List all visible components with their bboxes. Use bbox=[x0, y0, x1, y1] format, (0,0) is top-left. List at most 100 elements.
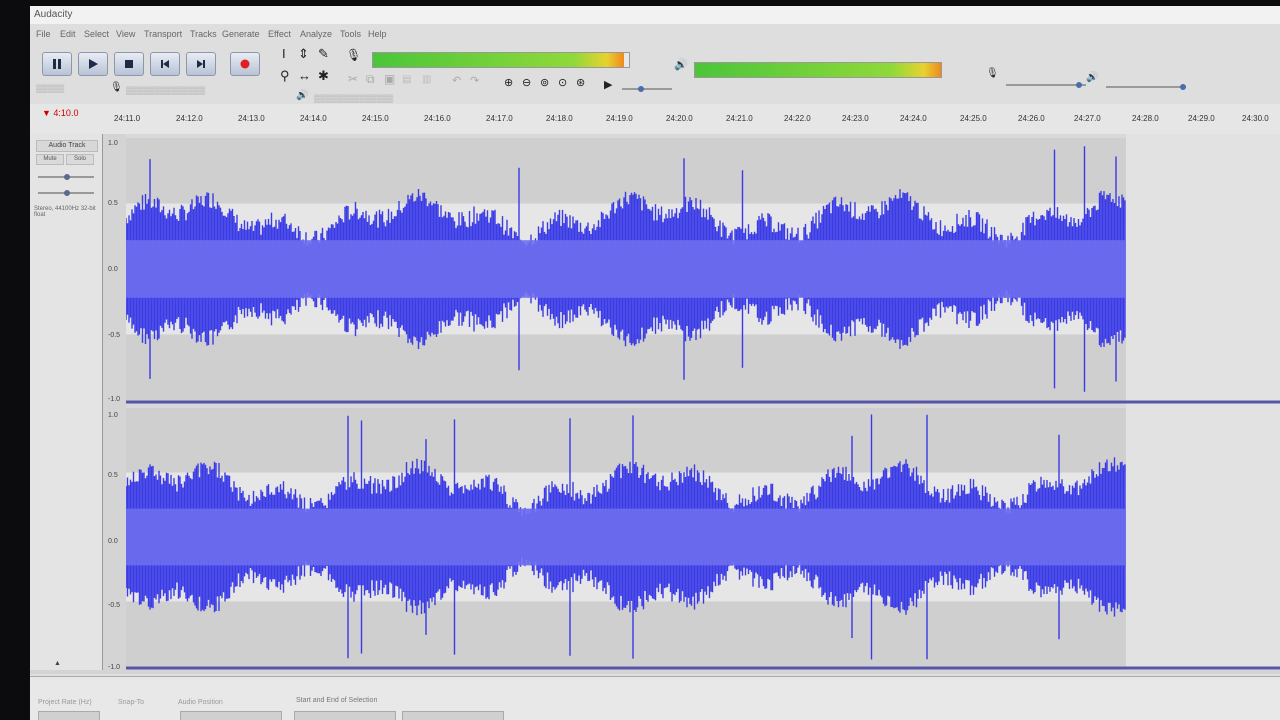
gain-knob[interactable] bbox=[64, 174, 70, 180]
input-volume-icon: 🎙 bbox=[986, 68, 999, 79]
tick-label: 24:15.0 bbox=[362, 114, 389, 123]
play-at-speed-icon[interactable]: ▶ bbox=[604, 78, 612, 91]
tick-label: 24:29.0 bbox=[1188, 114, 1215, 123]
pause-button[interactable] bbox=[42, 52, 72, 76]
tick-label: 24:23.0 bbox=[842, 114, 869, 123]
window-title: Audacity bbox=[34, 9, 73, 20]
play-speed-knob[interactable] bbox=[638, 86, 644, 92]
menu-file[interactable]: File bbox=[36, 29, 51, 39]
play-icon bbox=[89, 59, 98, 69]
mute-button[interactable]: Mute bbox=[36, 154, 64, 165]
selection-toolbar: Project Rate (Hz) Snap-To Audio Position… bbox=[30, 676, 1280, 720]
output-volume-icon: 🔊 bbox=[1086, 72, 1099, 83]
play-speed-slider[interactable] bbox=[622, 86, 672, 92]
scale-label: 0.0 bbox=[108, 538, 118, 545]
timeline-position: ▼ 4:10.0 bbox=[42, 108, 79, 118]
zoom-tool-icon[interactable]: ⚲ bbox=[280, 68, 290, 84]
project-rate-select[interactable] bbox=[38, 711, 100, 720]
scale-label: 0.0 bbox=[108, 266, 118, 273]
scale-label: 0.5 bbox=[108, 200, 118, 207]
tick-label: 24:19.0 bbox=[606, 114, 633, 123]
record-button[interactable] bbox=[230, 52, 260, 76]
timeshift-tool-icon[interactable]: ↔ bbox=[298, 68, 311, 83]
menu-transport[interactable]: Transport bbox=[144, 29, 182, 39]
draw-tool-icon[interactable]: ✎ bbox=[318, 46, 329, 62]
pan-slider[interactable] bbox=[38, 190, 94, 196]
speaker-icon: 🔊 bbox=[674, 59, 688, 71]
waveform-display[interactable] bbox=[126, 134, 1280, 670]
multi-tool-icon[interactable]: ✱ bbox=[318, 68, 329, 84]
fit-project-icon[interactable]: ⊙ bbox=[558, 76, 567, 89]
tick-label: 24:24.0 bbox=[900, 114, 927, 123]
audio-position-field[interactable] bbox=[180, 711, 282, 720]
menu-select[interactable]: Select bbox=[84, 29, 109, 39]
track-name-button[interactable]: Audio Track bbox=[36, 140, 98, 152]
fit-selection-icon[interactable]: ⊚ bbox=[540, 76, 549, 89]
skip-start-icon bbox=[161, 60, 169, 68]
redo-icon[interactable]: ↷ bbox=[470, 74, 479, 87]
audio-host-select[interactable]: ▒▒▒▒▒ bbox=[36, 84, 64, 93]
menu-analyze[interactable]: Analyze bbox=[300, 29, 332, 39]
selection-tool-icon[interactable]: I bbox=[282, 46, 286, 61]
tick-label: 24:21.0 bbox=[726, 114, 753, 123]
menu-view[interactable]: View bbox=[116, 29, 135, 39]
record-meter[interactable] bbox=[372, 52, 630, 68]
vertical-ruler: 1.0 0.5 0.0 -0.5 -1.0 1.0 0.5 0.0 -0.5 -… bbox=[104, 134, 126, 671]
input-volume-knob[interactable] bbox=[1076, 82, 1082, 88]
tick-label: 24:27.0 bbox=[1074, 114, 1101, 123]
input-volume-slider[interactable] bbox=[1006, 82, 1086, 88]
scale-label: -1.0 bbox=[108, 664, 121, 671]
recording-device-select[interactable]: ▒▒▒▒▒▒▒▒▒▒▒▒▒▒ bbox=[126, 86, 205, 95]
device-speaker-icon: 🔊 bbox=[296, 90, 309, 101]
menu-generate[interactable]: Generate bbox=[222, 29, 260, 39]
selection-label: Start and End of Selection bbox=[296, 697, 378, 704]
menu-help[interactable]: Help bbox=[368, 29, 387, 39]
paste-icon[interactable]: ▣ bbox=[384, 72, 395, 86]
scale-label: 0.5 bbox=[108, 472, 118, 479]
gain-slider[interactable] bbox=[38, 174, 94, 180]
scale-label: 1.0 bbox=[108, 412, 118, 419]
copy-icon[interactable]: ⧉ bbox=[366, 72, 375, 87]
envelope-tool-icon[interactable]: ⇕ bbox=[298, 46, 309, 62]
tick-label: 24:16.0 bbox=[424, 114, 451, 123]
cut-icon[interactable]: ✂ bbox=[348, 72, 358, 86]
toolbar: I ⇕ ✎ ⚲ ↔ ✱ 🎙 🔊 🎙 🔊 ✂ ⧉ ▣ ▤ ▥ ↶ ↷ ⊕ ⊖ ⊚ … bbox=[30, 42, 1280, 103]
tick-label: 24:12.0 bbox=[176, 114, 203, 123]
selection-start-field[interactable] bbox=[294, 711, 396, 720]
solo-button[interactable]: Solo bbox=[66, 154, 94, 165]
playback-meter[interactable] bbox=[694, 62, 942, 78]
device-mic-icon: 🎙 bbox=[110, 82, 123, 93]
undo-icon[interactable]: ↶ bbox=[452, 74, 461, 87]
mic-icon: 🎙 bbox=[346, 48, 362, 62]
output-volume-slider[interactable] bbox=[1106, 84, 1186, 90]
record-icon bbox=[240, 59, 250, 69]
menu-bar: File Edit Select View Transport Tracks G… bbox=[30, 26, 1280, 42]
pause-icon bbox=[53, 59, 61, 69]
timeline-ruler[interactable]: ▼ 4:10.0 24:11.0 24:12.0 24:13.0 24:14.0… bbox=[30, 104, 1280, 135]
timeline-position-text: 4:10.0 bbox=[53, 108, 79, 118]
skip-start-button[interactable] bbox=[150, 52, 180, 76]
skip-end-button[interactable] bbox=[186, 52, 216, 76]
output-volume-knob[interactable] bbox=[1180, 84, 1186, 90]
tick-label: 24:14.0 bbox=[300, 114, 327, 123]
menu-effect[interactable]: Effect bbox=[268, 29, 291, 39]
zoom-toggle-icon[interactable]: ⊛ bbox=[576, 76, 585, 89]
track-buttons: Mute Solo bbox=[36, 154, 96, 165]
track-area: Audio Track Mute Solo Stereo, 44100Hz 32-… bbox=[30, 134, 1280, 674]
skip-end-icon bbox=[197, 60, 205, 68]
track-control-panel[interactable]: Audio Track Mute Solo Stereo, 44100Hz 32-… bbox=[30, 134, 103, 670]
menu-edit[interactable]: Edit bbox=[60, 29, 76, 39]
silence-icon[interactable]: ▥ bbox=[422, 74, 431, 85]
zoom-out-icon[interactable]: ⊖ bbox=[522, 76, 531, 89]
trim-icon[interactable]: ▤ bbox=[402, 74, 411, 85]
play-button[interactable] bbox=[78, 52, 108, 76]
selection-end-field[interactable] bbox=[402, 711, 504, 720]
menu-tracks[interactable]: Tracks bbox=[190, 29, 217, 39]
menu-tools[interactable]: Tools bbox=[340, 29, 361, 39]
pan-knob[interactable] bbox=[64, 190, 70, 196]
stop-button[interactable] bbox=[114, 52, 144, 76]
zoom-in-icon[interactable]: ⊕ bbox=[504, 76, 513, 89]
scale-label: -0.5 bbox=[108, 602, 121, 609]
collapse-icon[interactable]: ▲ bbox=[54, 660, 61, 667]
playback-device-select[interactable]: ▒▒▒▒▒▒▒▒▒▒▒▒▒▒ bbox=[314, 94, 393, 103]
